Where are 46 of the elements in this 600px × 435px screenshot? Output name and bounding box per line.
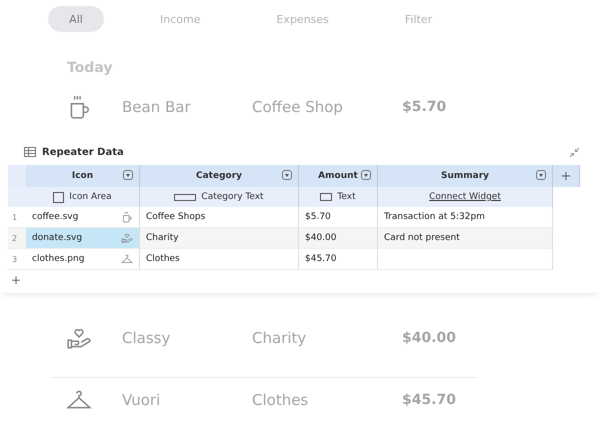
table-cell[interactable]: coffee.svg — [26, 207, 140, 228]
text-field-icon — [174, 194, 196, 200]
table-icon — [24, 147, 36, 157]
add-row-button[interactable]: + — [8, 270, 580, 287]
amount-text: $5.70 — [402, 99, 448, 115]
column-header[interactable]: Icon — [26, 165, 140, 187]
hanger-icon — [121, 253, 133, 265]
merchant-name: Classy — [122, 329, 172, 347]
filter-tab[interactable]: All — [48, 6, 104, 32]
merchant-name: Bean Bar — [122, 98, 192, 116]
binding-label: Icon Area — [69, 192, 112, 202]
square-icon — [53, 192, 64, 202]
column-header[interactable]: Summary — [378, 165, 553, 187]
binding-label: Text — [337, 192, 356, 202]
table-cell: $45.70 — [299, 249, 378, 270]
table-cell[interactable]: clothes.png — [26, 249, 140, 270]
table-cell: Coffee Shops — [140, 207, 299, 228]
dropdown-icon — [123, 170, 133, 180]
column-header[interactable]: Amount — [299, 165, 378, 187]
dropdown-icon — [282, 170, 292, 180]
section-heading: Today — [66, 59, 114, 78]
amount-text: $40.00 — [402, 330, 458, 346]
table-cell: Transaction at 5:32pm — [378, 207, 553, 228]
hand-heart-icon — [121, 232, 133, 244]
table-cell: $40.00 — [299, 228, 378, 249]
text-field-icon — [320, 193, 332, 201]
table-cell: $5.70 — [299, 207, 378, 228]
table-cell: Clothes — [140, 249, 299, 270]
dropdown-icon — [361, 170, 371, 180]
category-label: Charity — [252, 329, 308, 347]
collapse-icon[interactable] — [569, 146, 580, 158]
table-cell: Card not present — [378, 228, 553, 249]
category-label: Clothes — [252, 391, 310, 409]
mug-icon — [121, 211, 133, 223]
panel-title: Repeater Data — [42, 146, 124, 158]
header-corner — [8, 165, 26, 187]
add-column-button[interactable]: + — [553, 165, 580, 187]
table-cell[interactable]: donate.svg — [26, 228, 140, 249]
category-label: Coffee Shop — [252, 98, 344, 116]
amount-text: $45.70 — [402, 392, 458, 408]
column-header[interactable]: Category — [140, 165, 299, 187]
binding-label: Category Text — [201, 192, 264, 202]
table-cell: Charity — [140, 228, 299, 249]
row-number: 2 — [8, 228, 26, 249]
merchant-name: Vuori — [122, 391, 162, 409]
dropdown-icon — [536, 170, 546, 180]
